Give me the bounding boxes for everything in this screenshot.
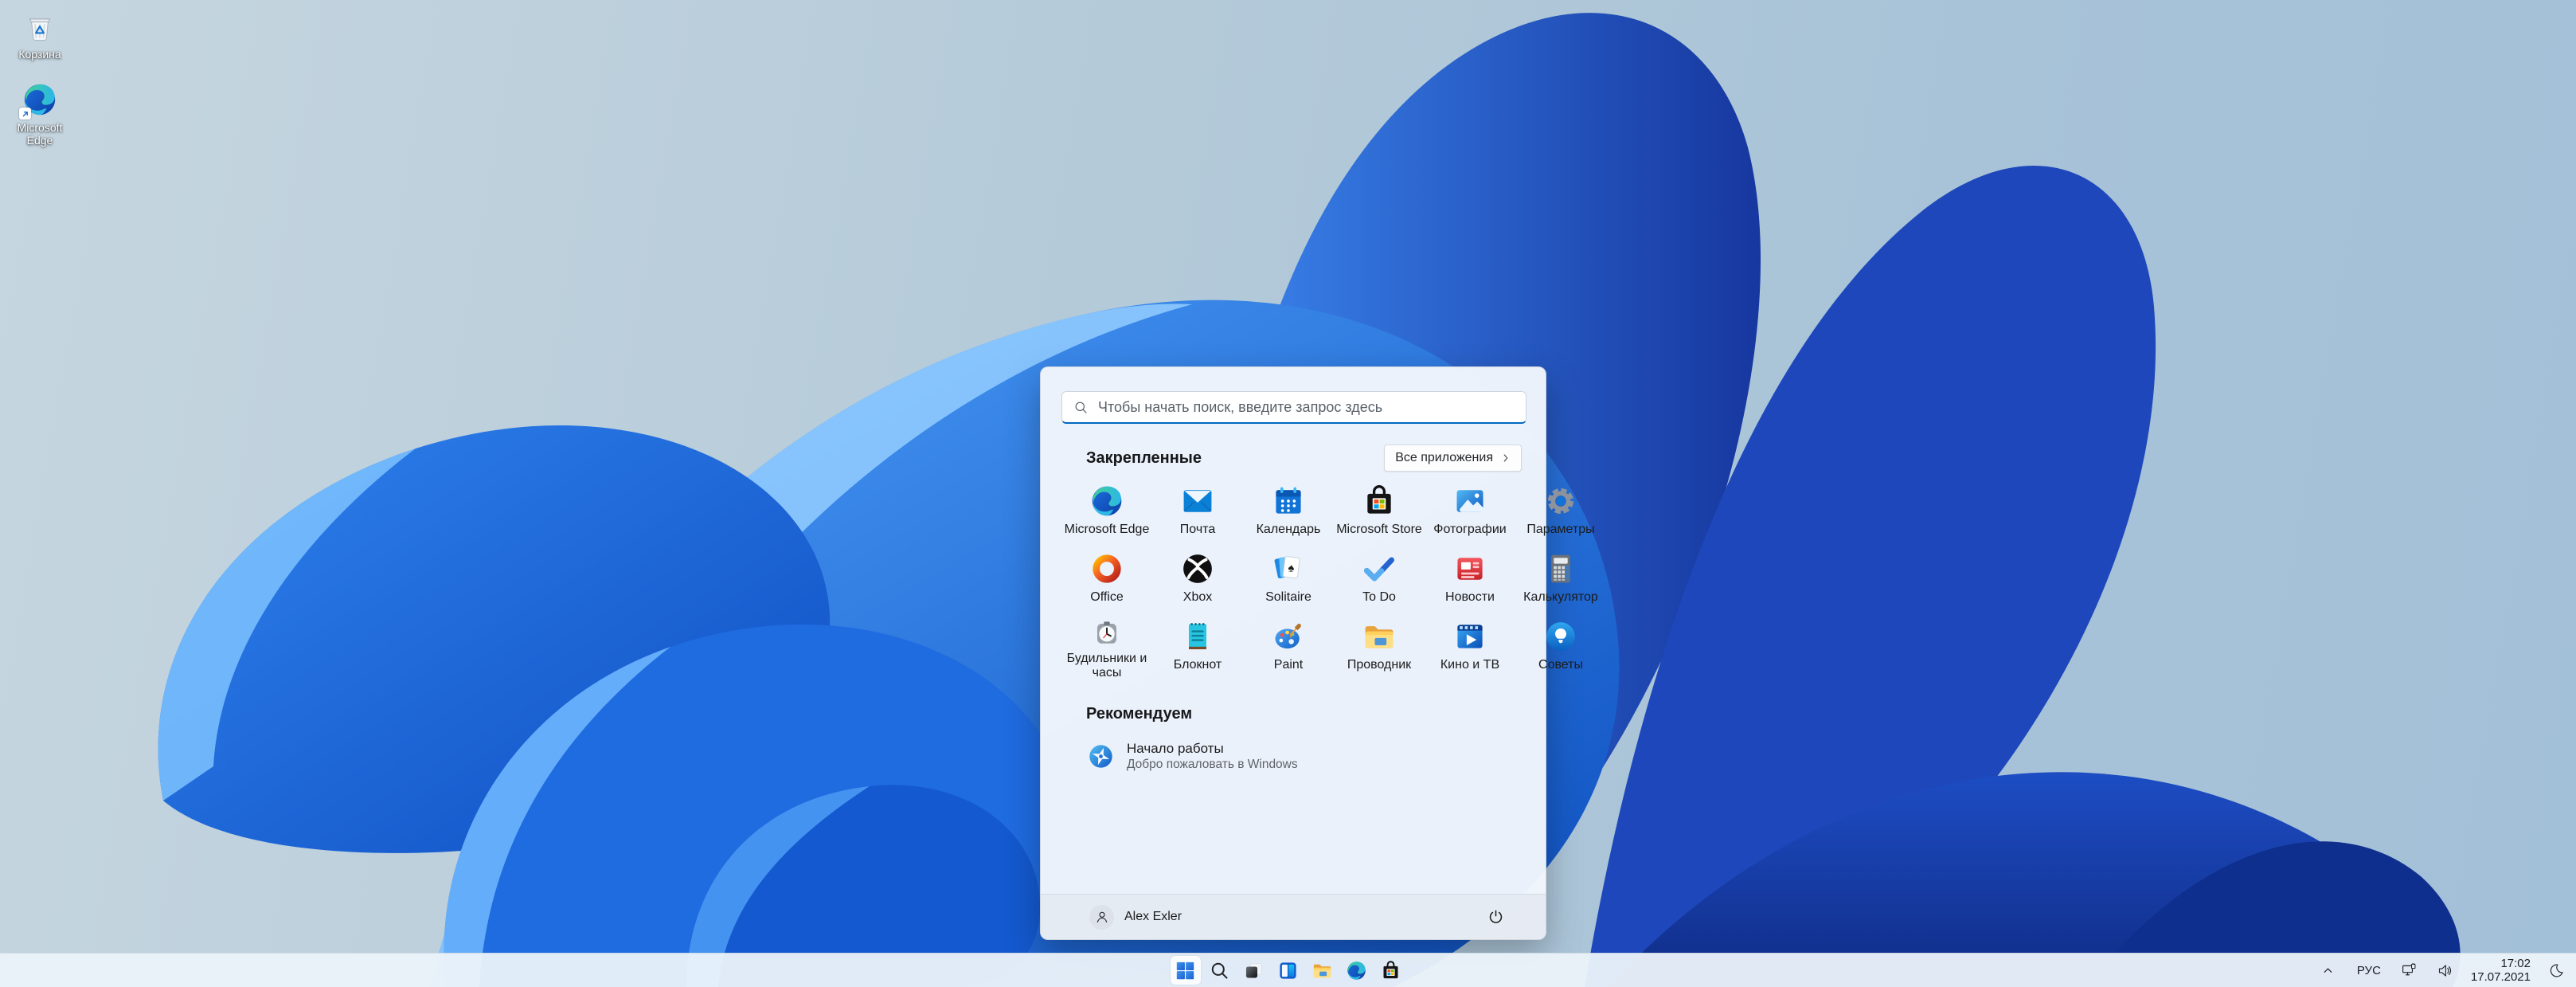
get-started-icon	[1087, 742, 1115, 770]
movies-tv-icon	[1452, 619, 1487, 654]
windows-logo-icon	[1175, 960, 1196, 981]
chevron-up-icon	[2321, 964, 2335, 977]
pinned-app-tips[interactable]: Советы	[1515, 613, 1606, 680]
widgets-button[interactable]	[1273, 956, 1304, 985]
lightbulb-icon	[1543, 619, 1578, 654]
file-explorer-button[interactable]	[1308, 956, 1338, 985]
task-view-icon	[1243, 960, 1265, 981]
recycle-bin-icon	[24, 13, 56, 45]
pinned-app-paint[interactable]: Paint	[1243, 613, 1334, 680]
taskbar-search-button[interactable]	[1205, 956, 1235, 985]
edge-icon	[1346, 960, 1367, 981]
pinned-app-xbox[interactable]: Xbox	[1152, 545, 1243, 613]
pinned-app-edge[interactable]: Microsoft Edge	[1061, 477, 1152, 545]
power-button[interactable]	[1479, 901, 1512, 933]
store-icon	[1380, 960, 1401, 981]
start-menu: Закрепленные Все приложения Microsoft Ed…	[1040, 366, 1546, 940]
desktop-icon-recycle-bin[interactable]: Корзина	[5, 13, 75, 61]
alarm-clock-icon	[1089, 619, 1124, 648]
recommended-item-text: Начало работы Добро пожаловать в Windows	[1127, 740, 1298, 772]
pinned-app-settings[interactable]: Параметры	[1515, 477, 1606, 545]
gear-icon	[1543, 484, 1578, 519]
pinned-app-news[interactable]: Новости	[1425, 545, 1515, 613]
power-icon	[1487, 908, 1505, 926]
user-name: Alex Exler	[1124, 910, 1182, 924]
pinned-app-photos[interactable]: Фотографии	[1425, 477, 1515, 545]
edge-button[interactable]	[1342, 956, 1372, 985]
volume-icon	[2437, 962, 2453, 979]
tray-time: 17:02	[2471, 957, 2531, 970]
tray-date: 17.07.2021	[2471, 970, 2531, 984]
widgets-icon	[1277, 960, 1299, 981]
recommended-title: Рекомендуем	[1086, 705, 1192, 723]
todo-check-icon	[1362, 551, 1397, 586]
system-tray: РУС 17:02 17.07.2021	[2316, 954, 2568, 987]
xbox-icon	[1180, 551, 1215, 586]
shortcut-arrow-icon	[19, 108, 31, 119]
store-icon	[1362, 484, 1397, 519]
pinned-app-todo[interactable]: To Do	[1334, 545, 1425, 613]
folder-icon	[1311, 960, 1333, 981]
recommended-item-title: Начало работы	[1127, 740, 1298, 757]
start-menu-footer: Alex Exler	[1041, 894, 1546, 939]
pinned-app-notepad[interactable]: Блокнот	[1152, 613, 1243, 680]
pinned-title: Закрепленные	[1086, 449, 1202, 468]
paint-palette-icon	[1271, 619, 1306, 654]
pinned-app-grid: Microsoft Edge Почта Календарь Microsoft…	[1061, 477, 1526, 680]
news-icon	[1452, 551, 1487, 586]
office-icon	[1089, 551, 1124, 586]
user-profile-button[interactable]: Alex Exler	[1085, 901, 1190, 934]
all-apps-button[interactable]: Все приложения	[1384, 445, 1522, 472]
pinned-app-mail[interactable]: Почта	[1152, 477, 1243, 545]
folder-icon	[1362, 619, 1397, 654]
desktop-icon-microsoft-edge[interactable]: Microsoft Edge	[5, 81, 75, 147]
edge-icon	[1089, 484, 1124, 519]
start-button[interactable]	[1171, 956, 1201, 985]
notification-center-button[interactable]	[2544, 958, 2568, 983]
search-input[interactable]	[1098, 399, 1526, 416]
volume-button[interactable]	[2433, 958, 2457, 983]
edge-icon	[21, 81, 58, 118]
clock[interactable]: 17:02 17.07.2021	[2469, 955, 2532, 985]
solitaire-icon	[1271, 551, 1306, 586]
pinned-app-calculator[interactable]: Калькулятор	[1515, 545, 1606, 613]
taskbar: РУС 17:02 17.07.2021	[0, 953, 2576, 987]
search-box[interactable]	[1061, 391, 1526, 424]
notepad-icon	[1180, 619, 1215, 654]
pinned-app-solitaire[interactable]: Solitaire	[1243, 545, 1334, 613]
mail-icon	[1180, 484, 1215, 519]
taskbar-center-buttons	[1171, 954, 1406, 987]
recommended-item-get-started[interactable]: Начало работы Добро пожаловать в Windows	[1079, 735, 1493, 777]
search-icon	[1073, 400, 1089, 415]
task-view-button[interactable]	[1239, 956, 1269, 985]
network-button[interactable]	[2398, 958, 2422, 983]
recommended-section-header: Рекомендуем	[1086, 705, 1192, 723]
pinned-app-movies-tv[interactable]: Кино и ТВ	[1425, 613, 1515, 680]
pinned-app-file-explorer[interactable]: Проводник	[1334, 613, 1425, 680]
language-indicator[interactable]: РУС	[2352, 961, 2386, 981]
photos-icon	[1452, 484, 1487, 519]
search-icon	[1209, 960, 1230, 981]
focus-assist-moon-icon	[2548, 962, 2565, 979]
desktop-icon-label: Корзина	[18, 48, 61, 61]
network-icon	[2401, 962, 2418, 979]
store-button[interactable]	[1376, 956, 1406, 985]
calendar-icon	[1271, 484, 1306, 519]
recommended-item-subtitle: Добро пожаловать в Windows	[1127, 757, 1298, 772]
chevron-right-icon	[1501, 453, 1511, 463]
pinned-app-office[interactable]: Office	[1061, 545, 1152, 613]
pinned-app-calendar[interactable]: Календарь	[1243, 477, 1334, 545]
pinned-app-store[interactable]: Microsoft Store	[1334, 477, 1425, 545]
hidden-icons-button[interactable]	[2316, 958, 2340, 983]
desktop-icon-label: Microsoft Edge	[5, 121, 75, 147]
all-apps-label: Все приложения	[1395, 451, 1493, 465]
calculator-icon	[1543, 551, 1578, 586]
pinned-section-header: Закрепленные Все приложения	[1086, 444, 1522, 472]
pinned-app-alarms[interactable]: Будильники и часы	[1061, 613, 1152, 680]
user-avatar-icon	[1089, 905, 1114, 930]
